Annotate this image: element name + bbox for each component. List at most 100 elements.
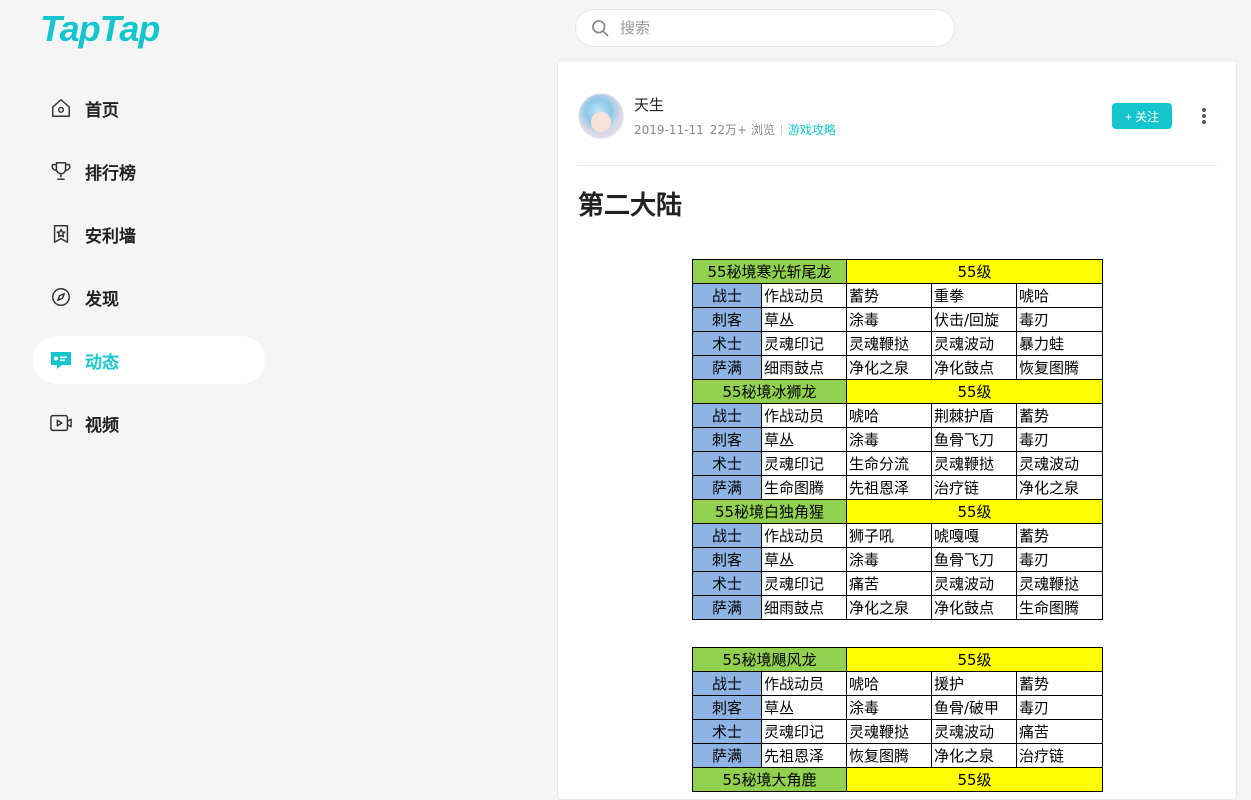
- table-row: 刺客 草丛 涂毒 伏击/回旋 毒刃: [692, 307, 1103, 332]
- skill-cell: 灵魂波动: [1016, 451, 1103, 476]
- level-cell: 55级: [846, 767, 1103, 792]
- follow-button[interactable]: + 关注: [1112, 103, 1172, 129]
- skill-cell: 净化之泉: [846, 355, 932, 380]
- table-row: 战士 作战动员 狮子吼 唬嘎嘎 蓄势: [692, 523, 1103, 548]
- skill-cell: 治疗链: [931, 475, 1017, 500]
- skill-cell: 净化鼓点: [931, 355, 1017, 380]
- home-icon: [49, 96, 73, 120]
- author-name[interactable]: 天生: [634, 94, 842, 115]
- table-row: 术士 灵魂印记 灵魂鞭挞 灵魂波动 暴力蛙: [692, 331, 1103, 356]
- skill-cell: 灵魂鞭挞: [846, 331, 932, 356]
- skill-cell: 毒刃: [1016, 307, 1103, 332]
- nav-item-label: 排行榜: [85, 163, 136, 184]
- post-tag[interactable]: 游戏攻略: [788, 121, 836, 138]
- skill-cell: 作战动员: [761, 671, 847, 696]
- class-cell: 术士: [692, 331, 762, 356]
- skill-cell: 灵魂鞭挞: [846, 719, 932, 744]
- skill-cell: 生命图腾: [1016, 595, 1103, 620]
- skill-cell: 涂毒: [846, 547, 932, 572]
- nav-item-label: 发现: [85, 289, 119, 310]
- skill-cell: 细雨鼓点: [761, 355, 847, 380]
- table-row: 战士 作战动员 唬哈 援护 蓄势: [692, 671, 1103, 696]
- skill-cell: 净化之泉: [1016, 475, 1103, 500]
- skill-cell: 涂毒: [846, 695, 932, 720]
- video-icon: [49, 411, 73, 435]
- nav-item-label: 动态: [85, 352, 119, 373]
- message-icon: [49, 348, 73, 372]
- skill-cell: 蓄势: [1016, 671, 1103, 696]
- skill-table: 55秘境寒光斩尾龙 55级 战士 作战动员 蓄势 重拳 唬哈 刺客 草丛 涂毒 伏击/回旋 毒刃 术士灵…: [692, 259, 1103, 620]
- class-cell: 术士: [692, 719, 762, 744]
- class-cell: 战士: [692, 403, 762, 428]
- boss-name-cell: 55秘境寒光斩尾龙: [692, 259, 847, 284]
- skill-cell: 狮子吼: [846, 523, 932, 548]
- class-cell: 战士: [692, 671, 762, 696]
- search-input[interactable]: [620, 19, 920, 37]
- nav-item-video[interactable]: 视频: [33, 399, 265, 447]
- nav-item-rankings[interactable]: 排行榜: [33, 147, 265, 195]
- skill-cell: 痛苦: [1016, 719, 1103, 744]
- skill-cell: 治疗链: [1016, 743, 1103, 768]
- level-cell: 55级: [846, 379, 1103, 404]
- skill-cell: 痛苦: [846, 571, 932, 596]
- nav-item-home[interactable]: 首页: [33, 84, 265, 132]
- post-title: 第二大陆: [578, 191, 683, 221]
- skill-cell: 草丛: [761, 695, 847, 720]
- class-cell: 术士: [692, 451, 762, 476]
- class-cell: 战士: [692, 523, 762, 548]
- class-cell: 萨满: [692, 595, 762, 620]
- nav-item-feed[interactable]: 动态: [33, 336, 265, 384]
- table-row: 萨满 生命图腾 先祖恩泽 治疗链 净化之泉: [692, 475, 1103, 500]
- class-cell: 刺客: [692, 427, 762, 452]
- table-row: 术士 灵魂印记 生命分流 灵魂鞭挞 灵魂波动: [692, 451, 1103, 476]
- class-cell: 战士: [692, 283, 762, 308]
- nav-item-recommend-wall[interactable]: 安利墙: [33, 210, 265, 258]
- skill-cell: 蓄势: [1016, 403, 1103, 428]
- taptap-logo[interactable]: TapTap: [40, 8, 160, 50]
- sidebar-nav: 首页 排行榜 安利墙 发现 动态 视频: [33, 84, 265, 462]
- table-row: 萨满 细雨鼓点 净化之泉 净化鼓点 生命图腾: [692, 595, 1103, 620]
- table-row: 战士 作战动员 蓄势 重拳 唬哈: [692, 283, 1103, 308]
- skill-cell: 鱼骨/破甲: [931, 695, 1017, 720]
- skill-cell: 净化鼓点: [931, 595, 1017, 620]
- table-row: 术士 灵魂印记 灵魂鞭挞 灵魂波动 痛苦: [692, 719, 1103, 744]
- skill-cell: 鱼骨飞刀: [931, 547, 1017, 572]
- skill-cell: 草丛: [761, 427, 847, 452]
- skill-cell: 灵魂印记: [761, 571, 847, 596]
- skill-cell: 灵魂鞭挞: [1016, 571, 1103, 596]
- boss-header-row: 55秘境飓风龙 55级: [692, 647, 1103, 672]
- nav-item-label: 安利墙: [85, 226, 136, 247]
- compass-icon: [49, 285, 73, 309]
- skill-cell: 唬哈: [846, 403, 932, 428]
- class-cell: 刺客: [692, 547, 762, 572]
- class-cell: 术士: [692, 571, 762, 596]
- author-block: 天生 2019-11-11 22万+ 浏览 游戏攻略: [578, 93, 842, 139]
- skill-cell: 援护: [931, 671, 1017, 696]
- skill-cell: 先祖恩泽: [846, 475, 932, 500]
- skill-cell: 鱼骨飞刀: [931, 427, 1017, 452]
- skill-table: 55秘境飓风龙 55级 战士 作战动员 唬哈 援护 蓄势 刺客 草丛 涂毒 鱼骨/破甲 毒刃 术士 灵魂印…: [692, 647, 1103, 792]
- search-bar[interactable]: [575, 9, 955, 47]
- skill-cell: 蓄势: [1016, 523, 1103, 548]
- boss-header-row: 55秘境大角鹿 55级: [692, 767, 1103, 792]
- badge-icon: [49, 222, 73, 246]
- skill-cell: 蓄势: [846, 283, 932, 308]
- avatar[interactable]: [578, 93, 624, 139]
- skill-cell: 生命图腾: [761, 475, 847, 500]
- skill-cell: 伏击/回旋: [931, 307, 1017, 332]
- skill-cell: 草丛: [761, 307, 847, 332]
- skill-cell: 灵魂波动: [931, 719, 1017, 744]
- search-icon: [590, 18, 610, 38]
- more-options-icon[interactable]: [1196, 105, 1212, 127]
- table-row: 刺客 草丛 涂毒 鱼骨飞刀 毒刃: [692, 547, 1103, 572]
- skill-cell: 净化之泉: [931, 743, 1017, 768]
- header-divider: [577, 165, 1217, 166]
- table-row: 萨满 先祖恩泽 恢复图腾 净化之泉 治疗链: [692, 743, 1103, 768]
- skill-cell: 暴力蛙: [1016, 331, 1103, 356]
- nav-item-discover[interactable]: 发现: [33, 273, 265, 321]
- skill-cell: 涂毒: [846, 427, 932, 452]
- boss-header-row: 55秘境白独角猩 55级: [692, 499, 1103, 524]
- table-row: 战士 作战动员 唬哈 荆棘护盾 蓄势: [692, 403, 1103, 428]
- boss-name-cell: 55秘境白独角猩: [692, 499, 847, 524]
- skill-cell: 作战动员: [761, 283, 847, 308]
